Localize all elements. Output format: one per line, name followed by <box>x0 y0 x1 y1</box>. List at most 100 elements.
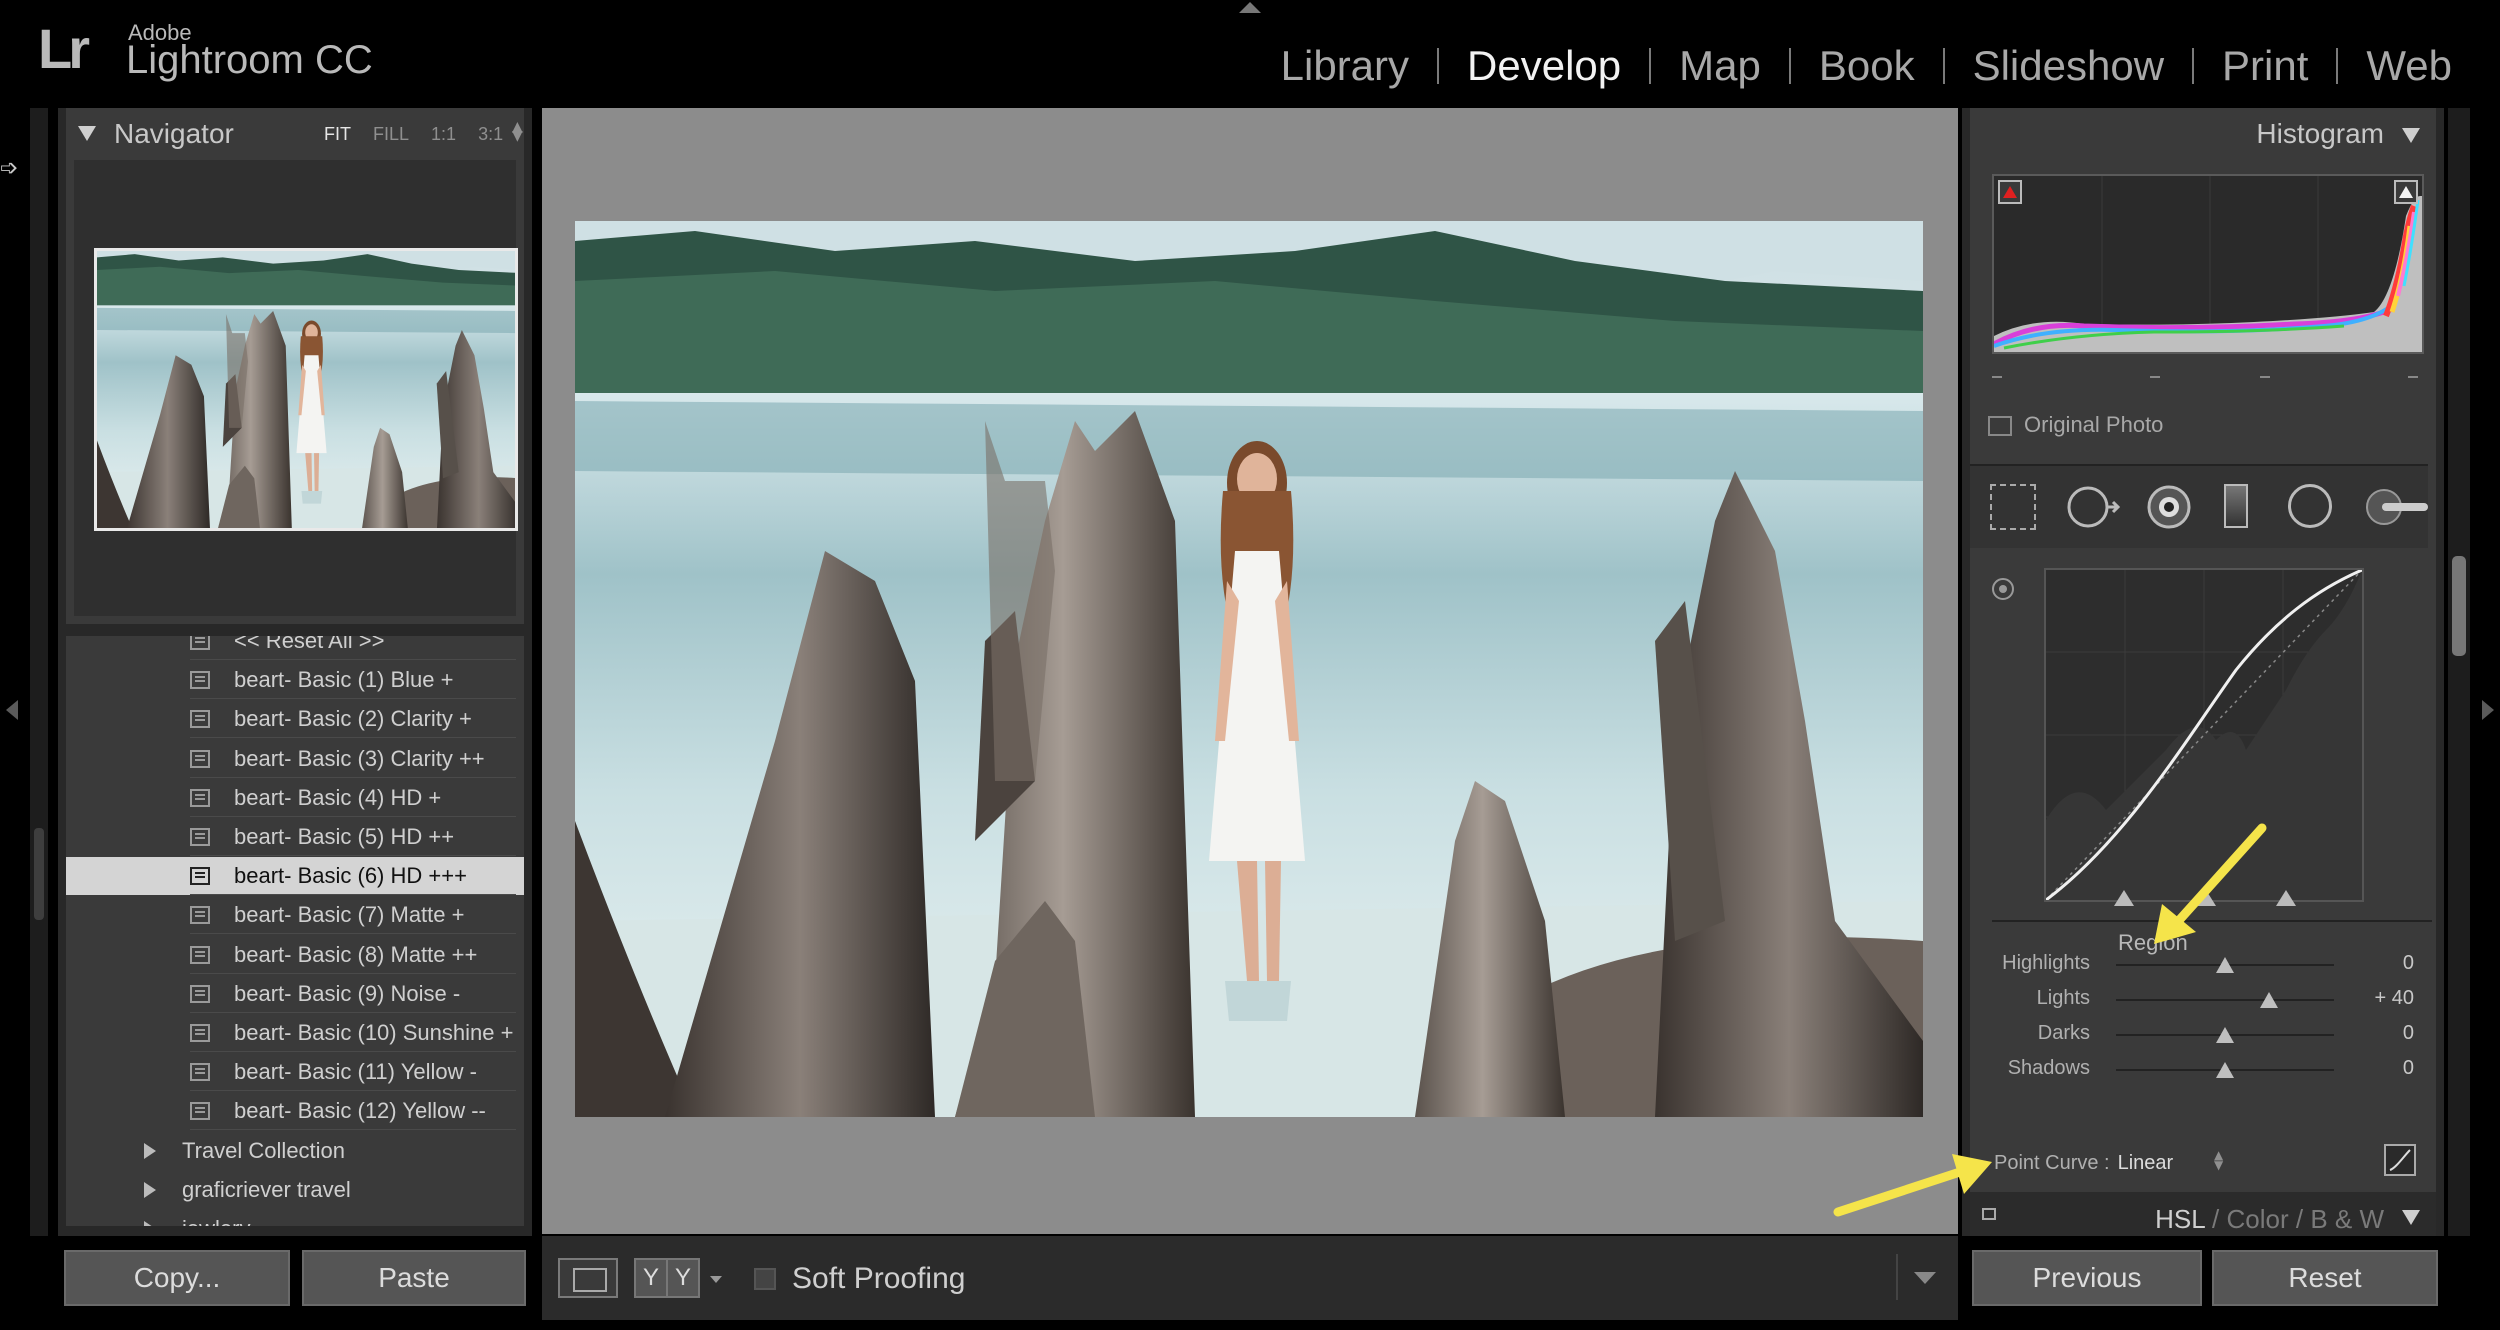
crop-tool-icon[interactable] <box>1990 484 2036 530</box>
preset-item[interactable]: beart- Basic (2) Clarity + <box>66 700 524 739</box>
spot-removal-icon[interactable] <box>2066 484 2122 534</box>
paste-button[interactable]: Paste <box>302 1250 526 1306</box>
preset-icon <box>190 1063 210 1082</box>
preset-item[interactable]: beart- Basic (8) Matte ++ <box>66 936 524 974</box>
preset-item[interactable]: beart- Basic (11) Yellow - <box>66 1053 524 1092</box>
preset-item[interactable]: beart- Basic (1) Blue + <box>66 661 524 700</box>
graduated-filter-icon[interactable] <box>2224 484 2248 528</box>
module-map[interactable]: Map <box>1651 42 1789 90</box>
module-library[interactable]: Library <box>1253 42 1437 90</box>
module-develop[interactable]: Develop <box>1439 42 1649 90</box>
expand-triangle-icon[interactable] <box>144 1221 156 1226</box>
module-slideshow[interactable]: Slideshow <box>1945 42 2192 90</box>
original-photo-checkbox[interactable] <box>1988 416 2012 436</box>
edit-point-curve-icon[interactable] <box>2384 1144 2416 1176</box>
slider-thumb[interactable] <box>2259 992 2278 1008</box>
slider-value[interactable]: 0 <box>2403 952 2414 975</box>
right-panel-scroll-handle[interactable] <box>2452 556 2466 656</box>
bw-tab[interactable]: B & W <box>2310 1204 2384 1234</box>
curve-split-marker[interactable] <box>2276 890 2296 906</box>
right-panel-scroll-track[interactable] <box>2448 108 2470 1236</box>
preset-folder[interactable]: graficriever travel <box>182 1177 351 1203</box>
highlight-clipping-icon[interactable] <box>2394 180 2418 204</box>
adjustment-brush-icon[interactable] <box>2366 484 2432 534</box>
panel-switch-icon[interactable] <box>1982 1208 1996 1220</box>
point-curve-row: Point Curve : Linear <box>1994 1152 2173 1175</box>
slider-thumb[interactable] <box>2216 957 2234 973</box>
point-curve-stepper-icon[interactable]: ▲ ▼ <box>2214 1149 2223 1171</box>
navigator-preview-area[interactable] <box>74 160 518 616</box>
slider-value[interactable]: + 40 <box>2375 987 2414 1010</box>
module-web[interactable]: Web <box>2338 42 2480 90</box>
preset-item[interactable]: beart- Basic (12) Yellow -- <box>66 1092 524 1131</box>
thumbnail-image <box>97 251 515 528</box>
slider-lights: Lights + 40 <box>1970 987 2436 1017</box>
preset-item[interactable]: beart- Basic (9) Noise - <box>66 975 524 1013</box>
zoom-option-fill[interactable]: FILL <box>373 124 409 145</box>
preset-item[interactable]: beart- Basic (3) Clarity ++ <box>66 740 524 778</box>
red-eye-icon[interactable] <box>2146 484 2192 534</box>
hsl-panel-title[interactable]: HSL / Color / B & W <box>2155 1204 2384 1235</box>
target-adjustment-icon[interactable] <box>1992 578 2014 600</box>
expand-triangle-icon[interactable] <box>144 1181 156 1198</box>
radial-filter-icon[interactable] <box>2288 484 2332 528</box>
original-photo-label[interactable]: Original Photo <box>2024 412 2163 438</box>
before-after-button[interactable]: Y Y <box>634 1258 700 1298</box>
preset-item[interactable]: << Reset All >> <box>66 636 524 660</box>
color-tab[interactable]: Color <box>2226 1204 2288 1234</box>
main-photo[interactable] <box>575 221 1923 1117</box>
shadow-clipping-icon[interactable] <box>1998 180 2022 204</box>
hsl-tab[interactable]: HSL <box>2155 1204 2205 1234</box>
toggle-left-panel-icon[interactable] <box>6 700 18 720</box>
toolbar-content-dropdown-icon[interactable] <box>1914 1272 1936 1284</box>
collapse-triangle-icon[interactable] <box>78 126 96 141</box>
loupe-view-button[interactable] <box>558 1258 618 1298</box>
navigator-thumbnail[interactable] <box>94 248 518 531</box>
before-after-dropdown-icon[interactable] <box>710 1276 722 1283</box>
zoom-option-3-1[interactable]: 3:1 <box>478 124 503 145</box>
zoom-stepper-icon[interactable]: ▲ ▼ <box>512 120 523 143</box>
preset-item[interactable]: beart- Basic (6) HD +++ <box>66 857 524 896</box>
copy-button[interactable]: Copy... <box>64 1250 290 1306</box>
preset-icon <box>190 749 210 768</box>
slider-value[interactable]: 0 <box>2403 1022 2414 1045</box>
expand-triangle-icon[interactable] <box>144 1142 156 1159</box>
slider-thumb[interactable] <box>2216 1027 2234 1043</box>
preset-item[interactable]: beart- Basic (10) Sunshine + <box>66 1014 524 1052</box>
tone-curve-graph[interactable] <box>2044 568 2364 906</box>
row-divider <box>190 1051 516 1052</box>
collapse-triangle-icon[interactable] <box>2402 128 2420 143</box>
identity-arrow-icon[interactable]: ➩ <box>0 156 18 181</box>
module-book[interactable]: Book <box>1791 42 1943 90</box>
point-curve-select[interactable]: Linear <box>2118 1152 2174 1174</box>
histogram-title[interactable]: Histogram <box>2256 118 2384 150</box>
collapse-top-panel-icon[interactable] <box>1239 2 1261 13</box>
zoom-option-1-1[interactable]: 1:1 <box>431 124 456 145</box>
curve-split-marker[interactable] <box>2114 890 2134 906</box>
navigator-title[interactable]: Navigator <box>114 118 234 150</box>
curve-split-marker[interactable] <box>2196 890 2216 906</box>
preset-item[interactable]: beart- Basic (7) Matte + <box>66 896 524 935</box>
slider-track[interactable] <box>2116 999 2334 1001</box>
collapse-triangle-icon[interactable] <box>2402 1210 2420 1225</box>
left-panel-scroll-handle[interactable] <box>34 828 44 920</box>
slider-value[interactable]: 0 <box>2403 1057 2414 1080</box>
zoom-option-fit[interactable]: FIT <box>324 124 351 145</box>
histogram-graph[interactable] <box>1992 174 2424 354</box>
left-panel-scroll-track[interactable] <box>30 108 48 1236</box>
previous-button[interactable]: Previous <box>1972 1250 2202 1306</box>
module-print[interactable]: Print <box>2194 42 2336 90</box>
preset-folder[interactable]: jewlery <box>182 1216 250 1226</box>
row-divider <box>190 698 516 700</box>
preset-item[interactable]: beart- Basic (5) HD ++ <box>66 818 524 856</box>
soft-proofing-checkbox[interactable] <box>754 1268 776 1290</box>
preset-item[interactable]: beart- Basic (4) HD + <box>66 779 524 817</box>
preset-folder[interactable]: Travel Collection <box>182 1138 345 1164</box>
slider-thumb[interactable] <box>2216 1062 2234 1078</box>
tone-curve-panel: Region Highlights 0 Lights + 40 Darks 0 Shadow… <box>1970 548 2436 1236</box>
soft-proofing-label[interactable]: Soft Proofing <box>792 1262 965 1296</box>
image-canvas[interactable] <box>542 108 1958 1234</box>
toggle-right-panel-icon[interactable] <box>2482 700 2494 720</box>
reset-button[interactable]: Reset <box>2212 1250 2438 1306</box>
hsl-panel-header[interactable]: HSL / Color / B & W <box>1970 1192 2436 1236</box>
